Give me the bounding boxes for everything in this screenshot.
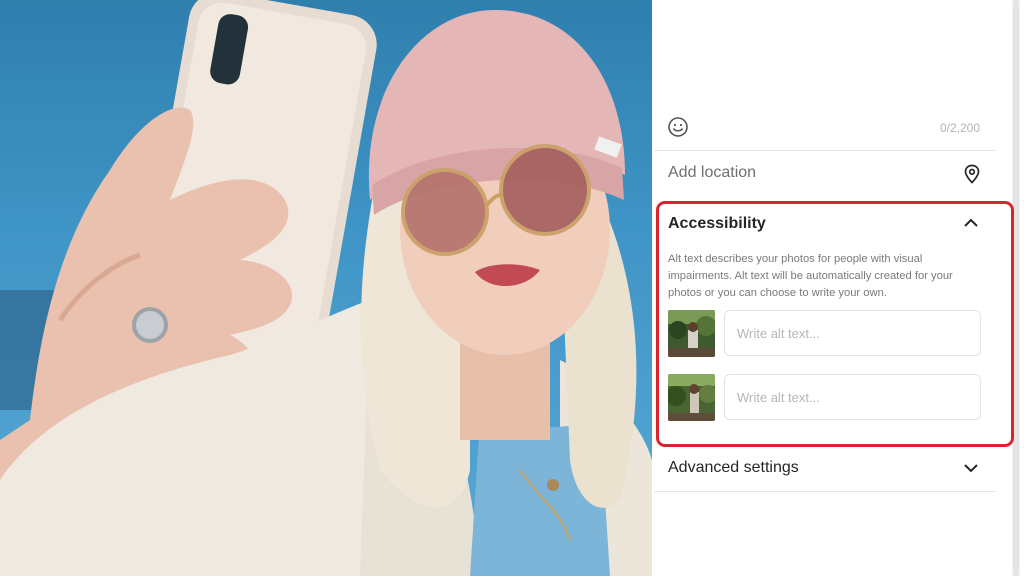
location-pin-icon	[963, 164, 981, 184]
emoji-icon[interactable]	[667, 116, 689, 138]
photo-thumbnail-2	[668, 374, 715, 421]
smiley-icon	[668, 117, 688, 137]
selfie-photo	[0, 0, 652, 576]
caption-char-counter: 0/2,200	[939, 121, 980, 135]
advanced-settings-title: Advanced settings	[668, 459, 799, 476]
add-location-label: Add location	[668, 164, 757, 181]
divider	[654, 491, 996, 492]
chevron-down-icon[interactable]	[962, 461, 980, 475]
accessibility-title: Accessibility	[668, 215, 766, 232]
accessibility-description: Alt text describes your photos for peopl…	[668, 253, 953, 299]
photo-thumbnail-1	[668, 310, 715, 357]
selfie-illustration	[0, 0, 652, 576]
alt-text-input-2[interactable]	[724, 374, 981, 420]
chevron-up-icon[interactable]	[962, 216, 980, 230]
alt-text-input-1[interactable]	[724, 310, 981, 356]
